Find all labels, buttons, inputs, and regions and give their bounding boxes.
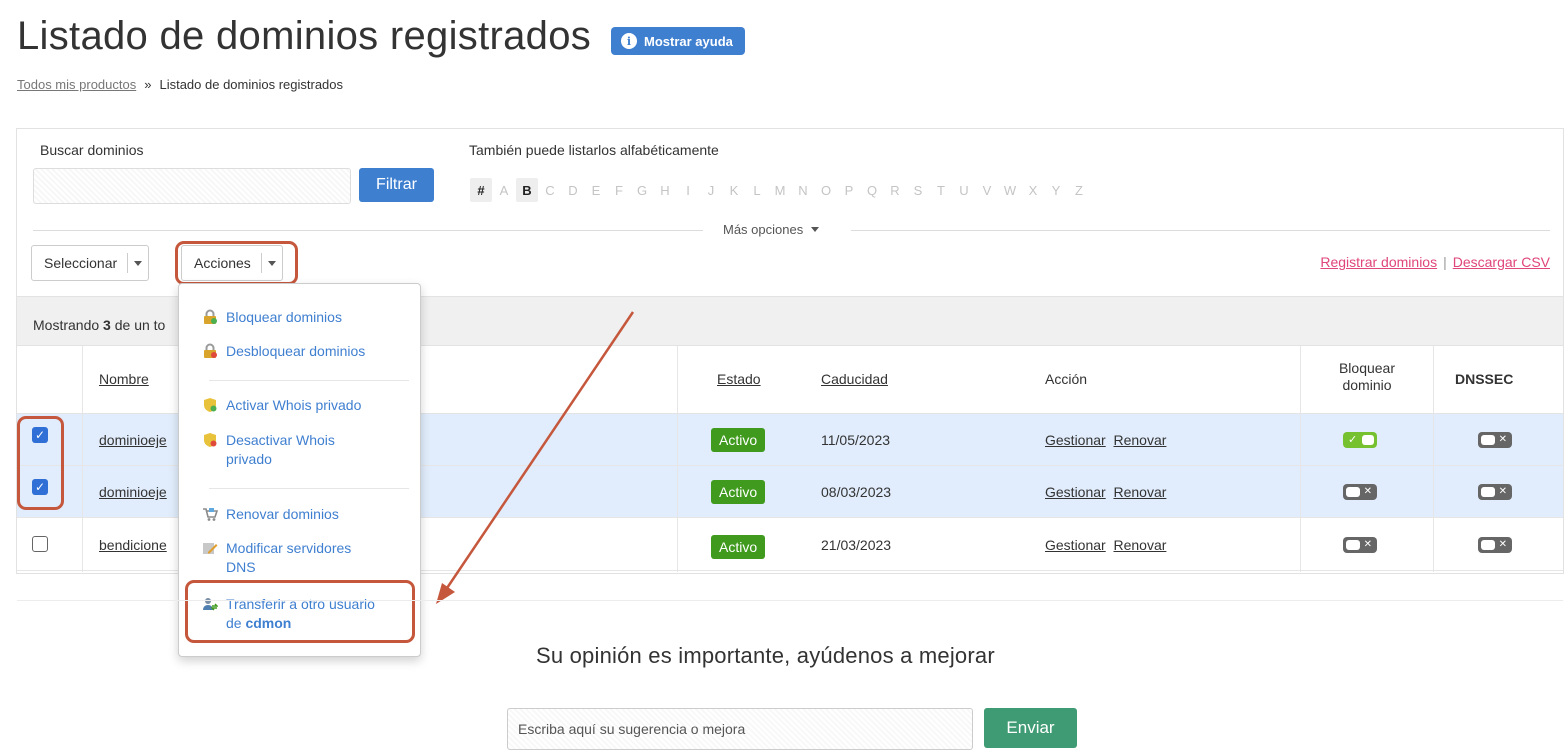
section-divider (17, 600, 1563, 601)
send-button[interactable]: Enviar (984, 708, 1077, 748)
annotation-arrow (436, 311, 635, 604)
feedback-title: Su opinión es importante, ayúdenos a mej… (536, 643, 995, 668)
suggestion-input[interactable]: Escriba aquí su sugerencia o mejora (507, 708, 973, 750)
